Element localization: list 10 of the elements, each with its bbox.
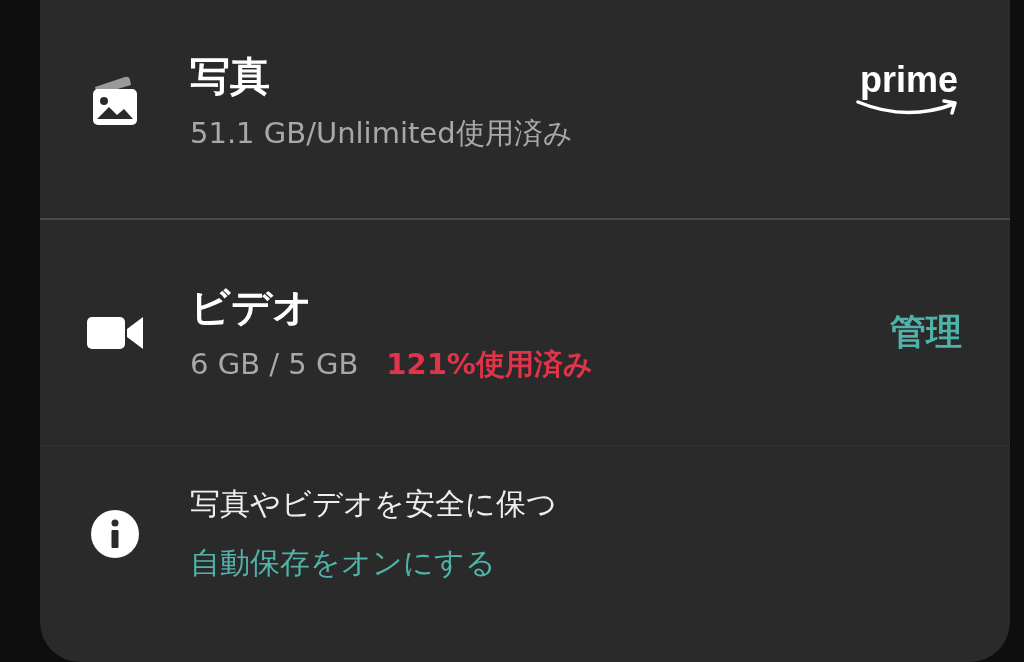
autosave-link[interactable]: 自動保存をオンにする [190, 543, 496, 584]
storage-usage: 51.1 GB/Unlimited使用済み [190, 114, 573, 152]
info-icon [90, 509, 140, 559]
prime-logo-text: prime [859, 62, 958, 98]
category-title: ビデオ [190, 283, 314, 332]
storage-usage: 6 GB / 5 GB [190, 347, 359, 381]
over-quota-usage: 121%使用済み [386, 346, 593, 383]
manage-button[interactable]: 管理 [890, 308, 962, 357]
category-title: 写真 [190, 51, 271, 101]
info-message: 写真やビデオを安全に保つ [190, 485, 558, 523]
